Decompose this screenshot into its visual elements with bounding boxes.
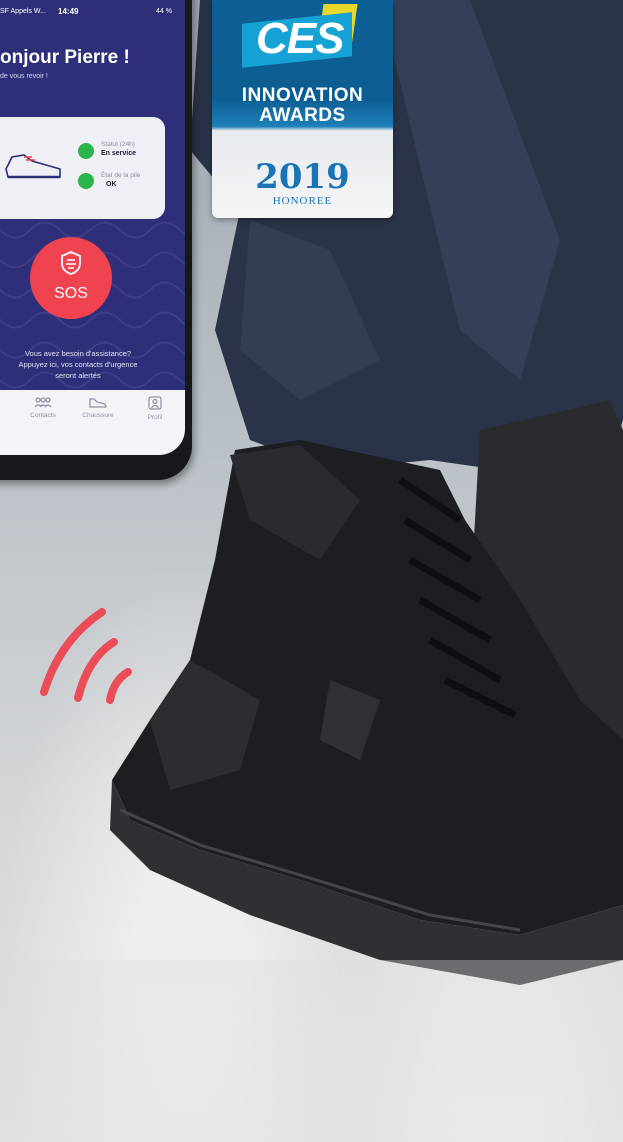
battery-value: OK <box>106 181 117 188</box>
clock-time: 14:49 <box>58 7 79 16</box>
help-line-2: Appuyez ici, vos contacts d'urgence <box>18 360 138 369</box>
help-line-1: Vous avez besoin d'assistance? <box>24 349 132 358</box>
signal-waves-icon <box>40 608 132 704</box>
tab-shoe[interactable]: Chaussure <box>73 396 123 419</box>
sos-button[interactable]: SOS <box>30 237 112 319</box>
status-value: En service <box>101 150 137 157</box>
service-status-icon <box>78 143 94 159</box>
shoe-icon <box>89 398 107 408</box>
ces-innovation-awards-badge: CES INNOVATION AWARDS 2019 HONOREE <box>212 0 393 218</box>
sneaker-icon <box>5 154 61 179</box>
profile-icon <box>148 396 162 410</box>
greeting-title: onjour Pierre ! <box>0 47 130 68</box>
battery-percent: 44 % <box>156 8 172 15</box>
award-status: HONOREE <box>272 195 333 207</box>
help-line-3: seront alertés <box>55 371 101 380</box>
tab-contacts[interactable]: Contacts <box>18 396 68 419</box>
shield-icon <box>61 251 81 275</box>
award-line-2: AWARDS <box>259 105 346 126</box>
ces-logo-text: CES <box>256 14 344 63</box>
greeting-subtitle: de vous revoir ! <box>0 73 48 80</box>
carrier-label: SF Appels W... <box>0 8 46 15</box>
battery-label: État de la pile <box>101 172 141 179</box>
tab-profile-label: Profil <box>147 414 163 421</box>
ces-logo: CES <box>242 4 362 68</box>
sos-label: SOS <box>54 285 88 302</box>
contacts-icon <box>34 397 52 408</box>
tab-shoe-label: Chaussure <box>82 412 114 419</box>
phone-mockup: SF Appels W... 14:49 44 % onjour Pierre … <box>0 0 192 480</box>
tab-contacts-label: Contacts <box>30 412 56 419</box>
battery-status-icon <box>78 173 94 189</box>
phone-status-bar: SF Appels W... 14:49 44 % <box>0 7 178 22</box>
award-year: 2019 <box>255 157 350 197</box>
shoe-status-card[interactable]: Statut (24h) En service État de la pile … <box>0 117 165 219</box>
sos-help-text: Vous avez besoin d'assistance? Appuyez i… <box>0 348 168 381</box>
app-screen: SF Appels W... 14:49 44 % onjour Pierre … <box>0 0 185 455</box>
status-label: Statut (24h) <box>101 141 135 148</box>
award-line-1: INNOVATION <box>241 85 364 106</box>
bottom-tab-bar: Contacts Chaussure Profil <box>0 390 185 455</box>
tab-profile[interactable]: Profil <box>130 396 180 421</box>
